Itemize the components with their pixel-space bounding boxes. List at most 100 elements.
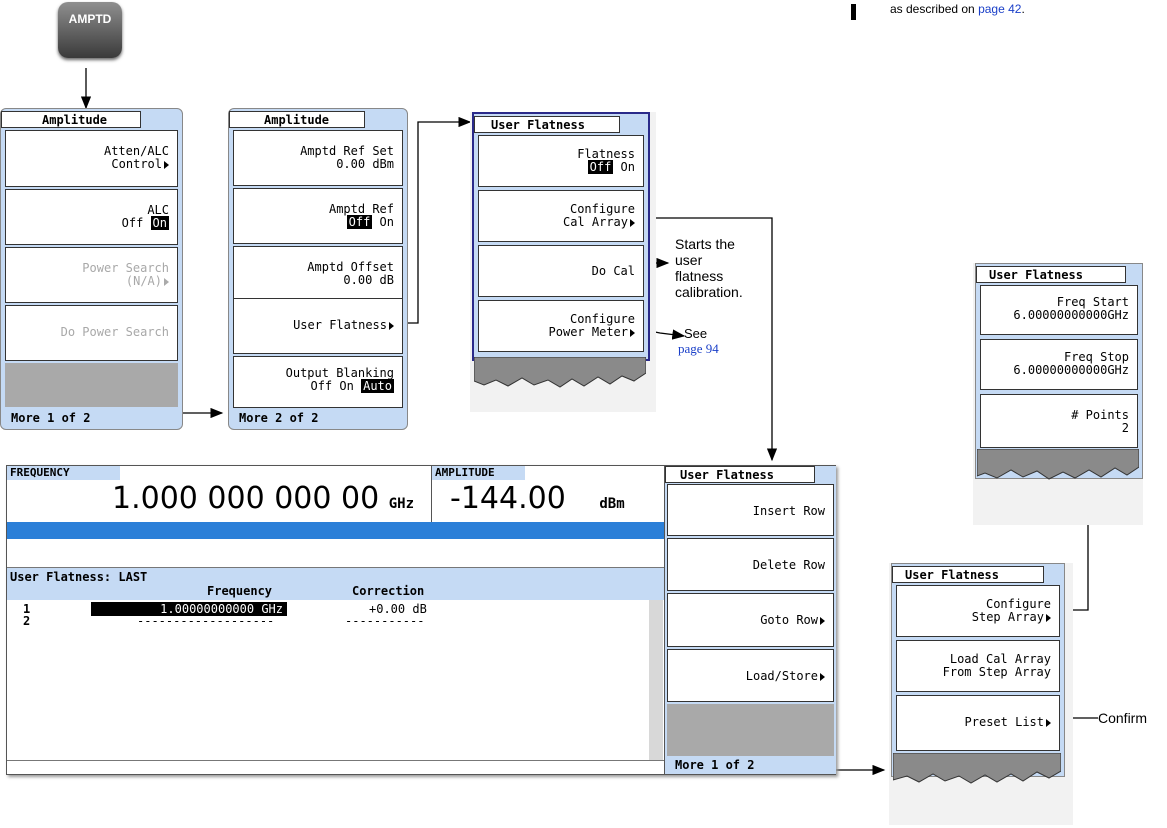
power-search-key[interactable]: Power Search (N/A): [5, 247, 178, 303]
menu-title: Amplitude: [229, 111, 365, 128]
key-line2: 6.00000000000GHz: [1013, 308, 1129, 322]
auto-label-selected: Auto: [361, 379, 394, 393]
key-line2: Cal Array: [562, 215, 628, 229]
callout-line: user: [675, 252, 703, 268]
goto-row-key[interactable]: Goto Row: [667, 593, 834, 647]
configure-power-meter-key[interactable]: Configure Power Meter: [478, 300, 644, 352]
key-line1: Amptd Ref Set: [300, 144, 394, 158]
status-bar: [7, 522, 664, 539]
amplitude-unit: dBm: [599, 496, 625, 512]
see-link[interactable]: page 94: [678, 341, 719, 356]
more-1-of-2-label[interactable]: More 1 of 2: [1, 409, 182, 427]
key-line1: Do Cal: [591, 264, 635, 278]
key-line1: Goto Row: [760, 613, 818, 627]
frequency-tab: FREQUENCY: [7, 466, 120, 480]
load-cal-array-key[interactable]: Load Cal Array From Step Array: [896, 640, 1060, 692]
user-flatness-menu-torn: User Flatness Flatness Off On Configure Ca…: [470, 112, 656, 412]
atten-alc-control-key[interactable]: Atten/ALC Control: [5, 130, 178, 187]
on-label: On: [339, 379, 354, 393]
table-header: User Flatness: LAST Frequency Correction: [7, 568, 664, 600]
top-note-text: as described on: [890, 2, 975, 16]
output-blanking-key[interactable]: Output Blanking Off On Auto: [233, 356, 403, 408]
menu-title: User Flatness: [665, 466, 815, 483]
user-flatness-key[interactable]: User Flatness: [233, 298, 403, 354]
amplitude-tab: AMPLITUDE: [432, 466, 525, 480]
amplitude-number: -144.00: [450, 481, 566, 516]
column-correction: Correction: [352, 584, 425, 598]
more-1-of-2-label[interactable]: More 1 of 2: [665, 756, 836, 774]
menu-panel: User Flatness Flatness Off On Configure Ca…: [472, 112, 650, 361]
message-line: [7, 539, 664, 568]
table-title: User Flatness: LAST: [10, 570, 148, 584]
configure-cal-array-key[interactable]: Configure Cal Array: [478, 190, 644, 242]
freq-stop-key[interactable]: Freq Stop 6.00000000000GHz: [980, 339, 1138, 390]
user-flatness-menu-page2: User Flatness Configure Step Array Load C…: [889, 563, 1073, 825]
top-note-period: .: [1021, 2, 1025, 16]
table-row[interactable]: 2 ------------------- -----------: [7, 614, 647, 628]
confirm-callout: Confirm: [1098, 710, 1148, 726]
do-cal-callout: Starts the user flatness calibration.: [675, 236, 743, 300]
menu-title: Amplitude: [1, 111, 141, 128]
load-store-key[interactable]: Load/Store: [667, 649, 834, 702]
key-line2: Step Array: [971, 610, 1044, 624]
do-power-search-key[interactable]: Do Power Search: [5, 305, 178, 361]
torn-edge: [474, 357, 646, 388]
delete-row-key[interactable]: Delete Row: [667, 538, 834, 591]
amptd-ref-set-key[interactable]: Amptd Ref Set 0.00 dBm: [233, 130, 403, 186]
table-scrollbar[interactable]: [649, 600, 663, 760]
key-line1: Configure: [569, 312, 635, 326]
submenu-arrow-icon: [1046, 718, 1051, 727]
insert-row-key[interactable]: Insert Row: [667, 484, 834, 536]
amplitude-area: AMPLITUDE -144.00 dBm: [432, 466, 664, 522]
menu-panel: User Flatness Freq Start 6.00000000000GHz…: [975, 263, 1143, 479]
more-2-of-2-label[interactable]: More 2 of 2: [229, 409, 407, 427]
key-line1: Output Blanking: [285, 366, 394, 380]
key-line1: Freq Stop: [1063, 350, 1129, 364]
torn-edge: [977, 449, 1139, 480]
key-line2: (N/A): [125, 274, 162, 288]
flatness-key[interactable]: Flatness Off On: [478, 135, 644, 187]
freq-start-key[interactable]: Freq Start 6.00000000000GHz: [980, 285, 1138, 335]
amptd-hardkey[interactable]: AMPTD: [58, 2, 122, 58]
row-frequency[interactable]: -------------------: [137, 614, 274, 628]
key-line1: Load/Store: [745, 669, 818, 683]
callout-line: flatness: [675, 268, 724, 284]
preset-list-key[interactable]: Preset List: [896, 695, 1060, 751]
amplitude-value: -144.00 dBm: [450, 479, 625, 524]
column-frequency: Frequency: [207, 584, 273, 598]
off-label: Off: [310, 379, 333, 393]
do-cal-key[interactable]: Do Cal: [478, 245, 644, 297]
configure-step-array-key[interactable]: Configure Step Array: [896, 585, 1060, 637]
alc-key[interactable]: ALC Off On: [5, 189, 178, 245]
submenu-arrow-icon: [389, 321, 394, 330]
submenu-arrow-icon: [820, 616, 825, 625]
key-line1: Amptd Ref: [328, 202, 394, 216]
on-label: On: [379, 215, 394, 229]
key-line1: Flatness: [577, 147, 635, 161]
row-number: 2: [23, 614, 31, 628]
key-line1: Configure: [985, 597, 1051, 611]
key-line1: # Points: [1071, 408, 1129, 422]
amplitude-menu-1: Amplitude Atten/ALC Control ALC Off On Pow…: [0, 108, 183, 430]
amptd-ref-key[interactable]: Amptd Ref Off On: [233, 188, 403, 244]
points-key[interactable]: # Points 2: [980, 394, 1138, 448]
submenu-arrow-icon: [630, 218, 635, 227]
see-callout: See page 94: [678, 326, 719, 356]
key-line2: Power Meter: [548, 325, 628, 339]
amptd-hardkey-label: AMPTD: [68, 12, 112, 26]
key-line1: User Flatness: [293, 318, 387, 332]
frequency-number: 1.000 000 000 00: [112, 481, 380, 516]
key-line1: Freq Start: [1056, 295, 1129, 309]
key-line1: ALC: [147, 203, 169, 217]
top-note-link[interactable]: page 42: [978, 2, 1021, 16]
amptd-offset-key[interactable]: Amptd Offset 0.00 dB: [233, 246, 403, 302]
row-correction[interactable]: -----------: [345, 614, 424, 628]
frequency-value: 1.000 000 000 00 GHz: [112, 479, 414, 524]
instrument-screen: FREQUENCY 1.000 000 000 00 GHz AMPLITUDE…: [6, 465, 836, 775]
callout-line: Starts the: [675, 236, 735, 252]
empty-key-area: [667, 704, 834, 756]
off-label-selected: Off: [587, 160, 614, 174]
menu-title: User Flatness: [892, 566, 1044, 583]
submenu-arrow-icon: [630, 328, 635, 337]
torn-edge: [893, 753, 1061, 784]
